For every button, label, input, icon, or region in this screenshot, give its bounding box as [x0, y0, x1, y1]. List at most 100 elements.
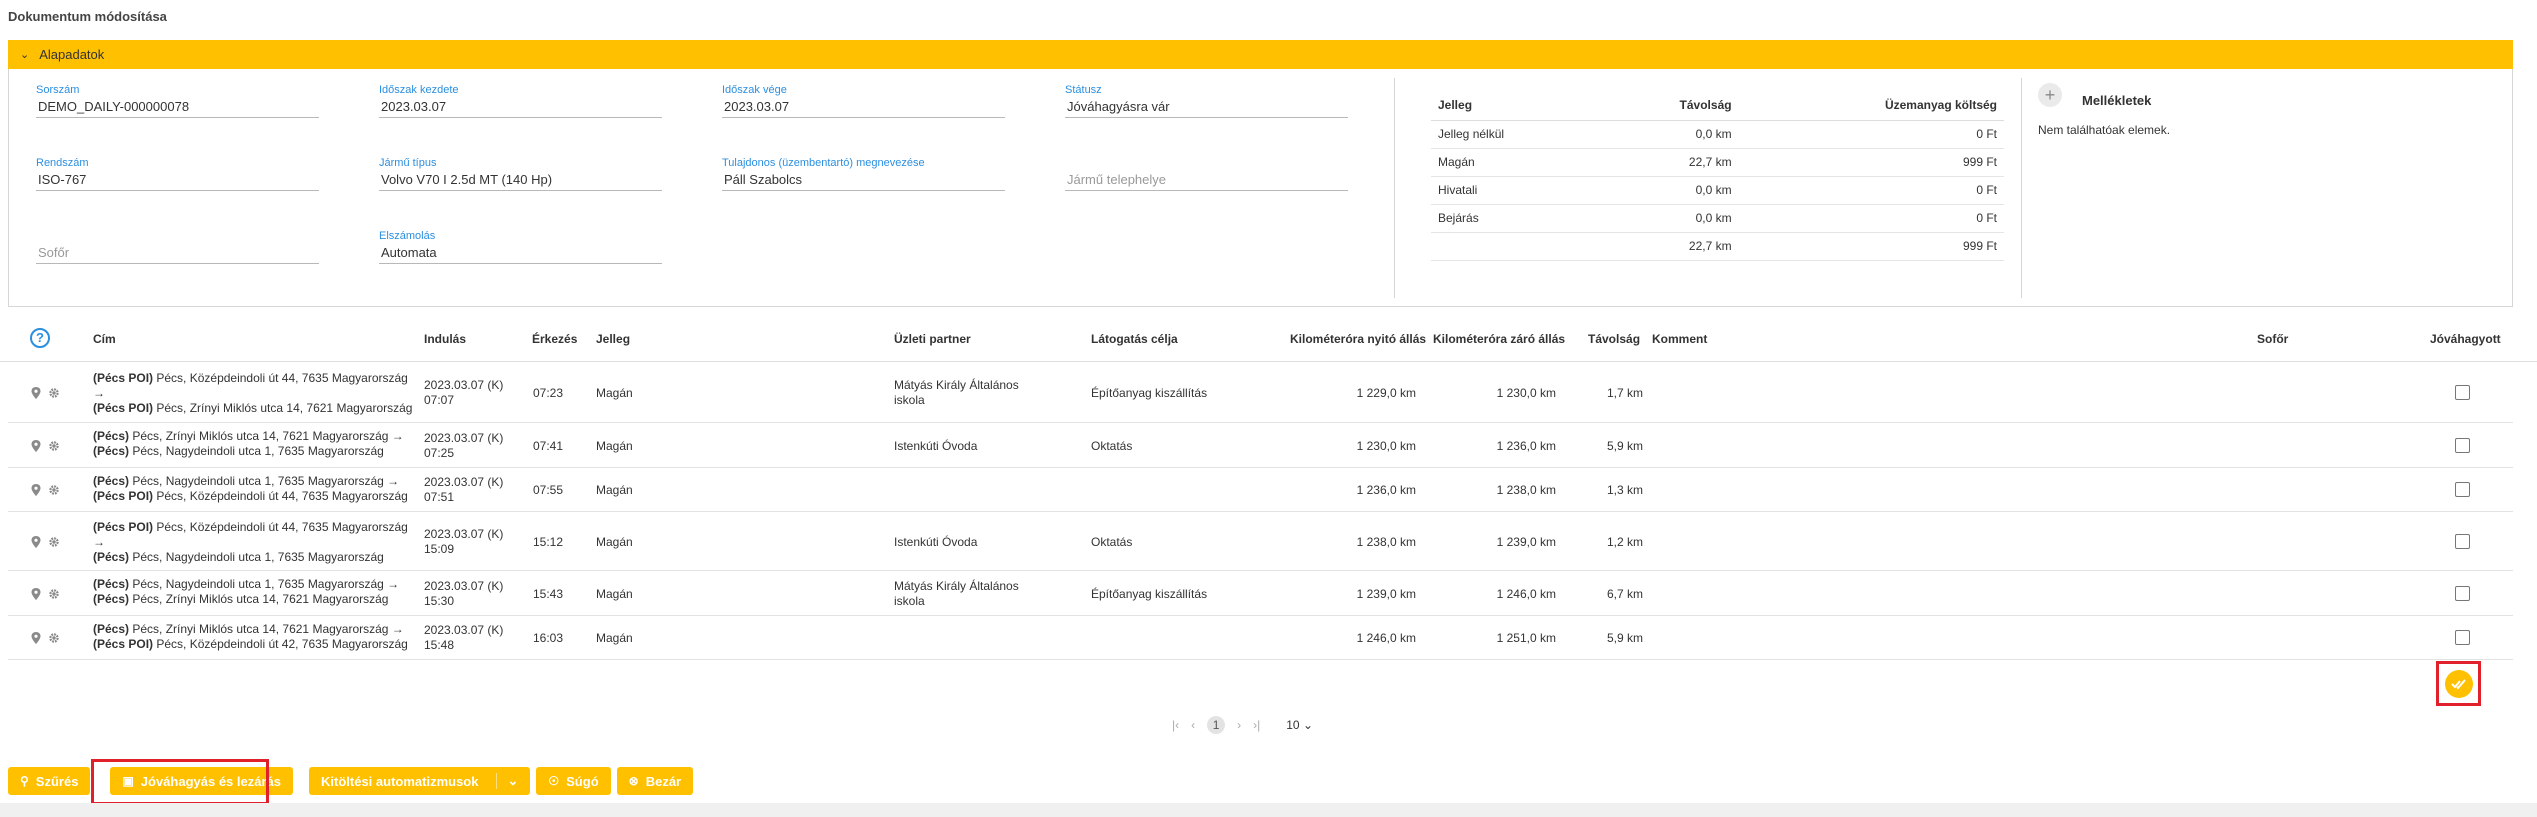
summary-total-row: 22,7 km 999 Ft — [1431, 232, 2004, 261]
odometer-end-cell: 1 230,0 km — [1496, 386, 1556, 400]
statusz-value[interactable]: Jóváhagyásra vár — [1065, 98, 1348, 118]
gear-icon[interactable] — [48, 631, 60, 645]
jarmu-telephelye-input[interactable]: Jármű telephelye — [1065, 171, 1348, 191]
col-jovahagyott[interactable]: Jóváhagyott — [2430, 332, 2501, 346]
to-tag: (Pécs POI) — [93, 637, 154, 651]
col-komment[interactable]: Komment — [1652, 332, 1707, 346]
statusz-field[interactable]: Státusz Jóváhagyásra vár — [1065, 84, 1348, 118]
col-jelleg[interactable]: Jelleg — [596, 332, 630, 346]
col-indulas[interactable]: Indulás — [424, 332, 466, 346]
partner-line: Mátyás Király Általános — [894, 378, 1019, 392]
from-address: Pécs, Középdeindoli út 44, 7635 Magyaror… — [153, 371, 408, 385]
idoszak-vege-value[interactable]: 2023.03.07 — [722, 98, 1005, 118]
gear-icon[interactable] — [48, 587, 60, 601]
help-button[interactable]: ☉ Súgó — [536, 767, 611, 795]
map-pin-icon[interactable] — [30, 386, 42, 400]
page-size-select[interactable]: 10 ⌄ — [1286, 718, 1313, 732]
summary-cell: Bejárás — [1431, 204, 1600, 233]
from-address: Pécs, Nagydeindoli utca 1, 7635 Magyaror… — [129, 577, 400, 591]
autofill-button[interactable]: Kitöltési automatizmusok ⌄ — [309, 767, 531, 795]
statusz-label: Státusz — [1065, 84, 1102, 96]
jarmu-tipus-value[interactable]: Volvo V70 I 2.5d MT (140 Hp) — [379, 171, 662, 191]
rendszam-field[interactable]: Rendszám ISO-767 — [36, 157, 319, 191]
partner-line: Istenkúti Óvoda — [894, 535, 978, 549]
prev-page-icon[interactable]: ‹ — [1191, 718, 1195, 732]
gear-icon[interactable] — [48, 386, 60, 400]
map-pin-icon[interactable] — [30, 535, 42, 549]
arrival-cell: 16:03 — [533, 631, 564, 645]
col-erkezes[interactable]: Érkezés — [532, 332, 577, 346]
approved-checkbox[interactable] — [2455, 482, 2470, 497]
chevron-down-icon[interactable]: ⌄ — [496, 773, 518, 789]
sorszam-field[interactable]: Sorszám DEMO_DAILY-000000078 — [36, 84, 319, 118]
approved-checkbox[interactable] — [2455, 385, 2470, 400]
odometer-start-cell: 1 239,0 km — [1356, 587, 1416, 601]
approved-checkbox[interactable] — [2455, 630, 2470, 645]
approved-checkbox[interactable] — [2455, 534, 2470, 549]
from-address: Pécs, Nagydeindoli utca 1, 7635 Magyaror… — [129, 474, 400, 488]
partner-cell: Istenkúti Óvoda — [894, 535, 977, 550]
col-cim[interactable]: Cím — [93, 332, 116, 346]
address-cell: (Pécs) Pécs, Zrínyi Miklós utca 14, 7621… — [93, 622, 423, 652]
departure-time: 15:48 — [424, 638, 455, 652]
close-button[interactable]: ⊗ Bezár — [616, 767, 694, 795]
elszamolas-field[interactable]: Elszámolás Automata — [379, 230, 662, 264]
idoszak-vege-label: Időszak vége — [722, 84, 787, 96]
sofor-field[interactable]: Sofőr — [36, 230, 319, 264]
search-icon: ⚲ — [20, 774, 29, 788]
divider — [1394, 78, 1395, 298]
gear-icon[interactable] — [48, 535, 60, 549]
idoszak-vege-field[interactable]: Időszak vége 2023.03.07 — [722, 84, 1005, 118]
summary-row: Jelleg nélkül 0,0 km 0 Ft — [1431, 120, 2004, 149]
page-number-current[interactable]: 1 — [1207, 716, 1226, 734]
table-row[interactable]: (Pécs) Pécs, Zrínyi Miklós utca 14, 7621… — [8, 423, 2513, 468]
distance-cell: 1,3 km — [1606, 483, 1643, 497]
sorszam-value[interactable]: DEMO_DAILY-000000078 — [36, 98, 319, 118]
approved-checkbox[interactable] — [2455, 586, 2470, 601]
first-page-icon[interactable]: |‹ — [1172, 718, 1179, 732]
col-sofor[interactable]: Sofőr — [2257, 332, 2288, 346]
panel-header-alapadatok[interactable]: ⌄ Alapadatok — [8, 40, 2513, 69]
last-page-icon[interactable]: ›| — [1253, 718, 1260, 732]
col-zaro[interactable]: Kilométeróra záró állás — [1433, 332, 1565, 346]
table-row[interactable]: (Pécs POI) Pécs, Középdeindoli út 44, 76… — [8, 363, 2513, 423]
map-pin-icon[interactable] — [30, 587, 42, 601]
departure-date: 2023.03.07 (K) — [424, 623, 504, 637]
sofor-input[interactable]: Sofőr — [36, 244, 319, 264]
close-button-label: Bezár — [645, 773, 682, 789]
add-attachment-icon[interactable]: + — [2038, 83, 2062, 107]
tulajdonos-value[interactable]: Páll Szabolcs — [722, 171, 1005, 191]
jarmu-tipus-field[interactable]: Jármű típus Volvo V70 I 2.5d MT (140 Hp) — [379, 157, 662, 191]
rendszam-value[interactable]: ISO-767 — [36, 171, 319, 191]
tulajdonos-field[interactable]: Tulajdonos (üzembentartó) megnevezése Pá… — [722, 157, 1005, 191]
gear-icon[interactable] — [48, 439, 60, 453]
distance-cell: 5,9 km — [1606, 631, 1643, 645]
map-pin-icon[interactable] — [30, 439, 42, 453]
approve-all-button[interactable] — [2444, 669, 2473, 698]
table-row[interactable]: (Pécs) Pécs, Zrínyi Miklós utca 14, 7621… — [8, 616, 2513, 660]
col-nyito[interactable]: Kilométeróra nyitó állás — [1290, 332, 1426, 346]
idoszak-kezdete-field[interactable]: Időszak kezdete 2023.03.07 — [379, 84, 662, 118]
departure-date: 2023.03.07 (K) — [424, 527, 504, 541]
table-row[interactable]: (Pécs) Pécs, Nagydeindoli utca 1, 7635 M… — [8, 468, 2513, 512]
col-cel[interactable]: Látogatás célja — [1091, 332, 1178, 346]
approved-checkbox[interactable] — [2455, 438, 2470, 453]
map-pin-icon[interactable] — [30, 483, 42, 497]
help-icon[interactable]: ? — [30, 328, 50, 348]
table-row[interactable]: (Pécs) Pécs, Nagydeindoli utca 1, 7635 M… — [8, 571, 2513, 616]
gear-icon[interactable] — [48, 483, 60, 497]
from-address: Pécs, Zrínyi Miklós utca 14, 7621 Magyar… — [129, 429, 404, 443]
map-pin-icon[interactable] — [30, 631, 42, 645]
next-page-icon[interactable]: › — [1237, 718, 1241, 732]
idoszak-kezdete-value[interactable]: 2023.03.07 — [379, 98, 662, 118]
col-tavolsag[interactable]: Távolság — [1588, 332, 1640, 346]
elszamolas-value[interactable]: Automata — [379, 244, 662, 264]
departure-cell: 2023.03.07 (K) 07:25 — [424, 431, 503, 461]
departure-date: 2023.03.07 (K) — [424, 579, 504, 593]
to-tag: (Pécs POI) — [93, 489, 154, 503]
jarmu-telephelye-field[interactable]: Jármű telephelye — [1065, 157, 1348, 191]
filter-button[interactable]: ⚲ Szűrés — [8, 767, 91, 795]
col-partner[interactable]: Üzleti partner — [894, 332, 971, 346]
table-row[interactable]: (Pécs POI) Pécs, Középdeindoli út 44, 76… — [8, 512, 2513, 571]
chevron-down-icon: ⌄ — [1302, 718, 1314, 732]
